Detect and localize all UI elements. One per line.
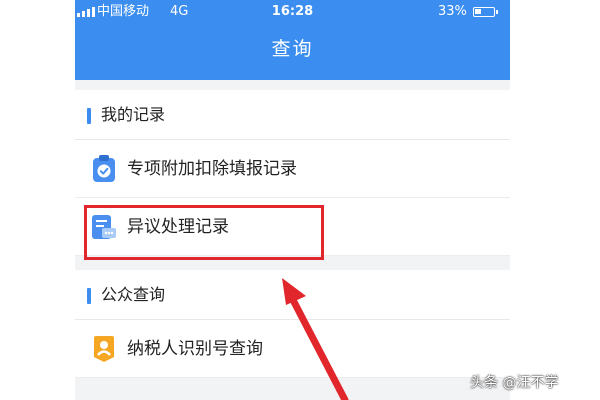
battery-icon bbox=[473, 7, 495, 17]
list-item-label: 纳税人识别号查询 bbox=[127, 339, 263, 359]
app-screen: 中国移动 4G 16:28 33% 查询 我的记录 专项附加扣除填报记录 异议处… bbox=[75, 0, 510, 400]
section-accent-bar bbox=[87, 108, 91, 124]
status-bar: 中国移动 4G 16:28 33% bbox=[75, 0, 510, 24]
screenshot: 中国移动 4G 16:28 33% 查询 我的记录 专项附加扣除填报记录 异议处… bbox=[0, 0, 600, 400]
highlight-box bbox=[84, 205, 324, 260]
section-title: 公众查询 bbox=[101, 285, 166, 304]
section-header-my-records: 我的记录 bbox=[75, 90, 510, 140]
taxpayer-id-icon bbox=[94, 336, 114, 362]
section-title: 我的记录 bbox=[101, 105, 166, 124]
battery-tip bbox=[496, 10, 498, 14]
clipboard-check-icon bbox=[93, 155, 115, 182]
top-bar: 中国移动 4G 16:28 33% 查询 bbox=[75, 0, 510, 80]
section-header-public-query: 公众查询 bbox=[75, 270, 510, 320]
watermark: 头条 @汪不学 bbox=[470, 375, 559, 391]
list-item-taxpayer-id-query[interactable]: 纳税人识别号查询 bbox=[75, 320, 510, 378]
page-title: 查询 bbox=[271, 38, 314, 60]
list-item-label: 专项附加扣除填报记录 bbox=[127, 159, 297, 179]
list-item-deduction-records[interactable]: 专项附加扣除填报记录 bbox=[75, 140, 510, 198]
battery-percent: 33% bbox=[438, 4, 467, 19]
section-accent-bar bbox=[87, 288, 91, 304]
